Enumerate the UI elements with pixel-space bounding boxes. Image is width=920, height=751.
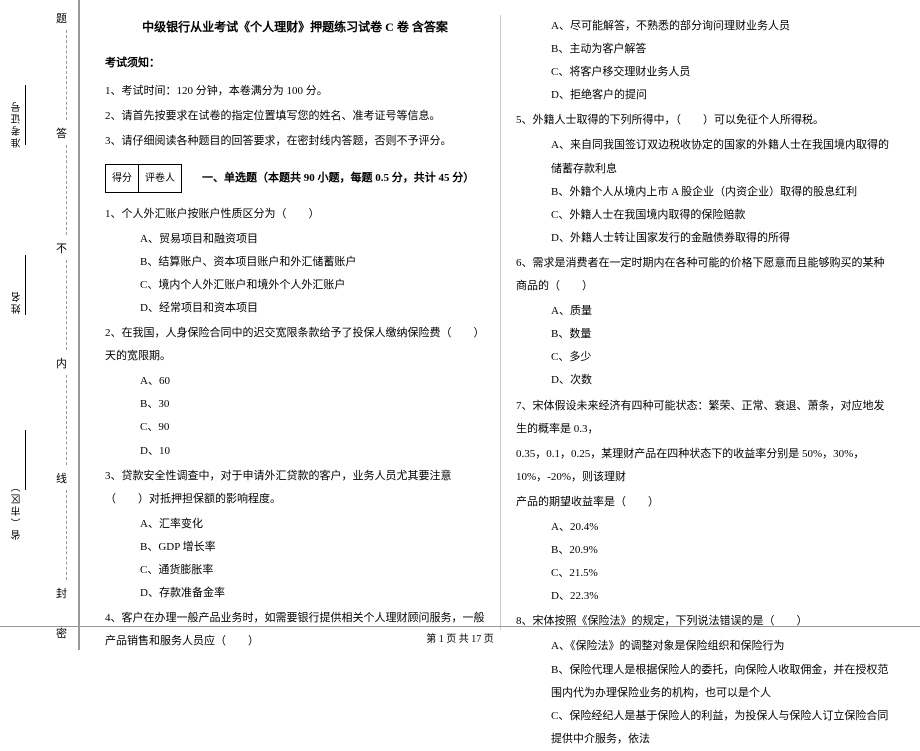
- q1-a: A、贸易项目和融资项目: [140, 228, 485, 251]
- q2-c: C、90: [140, 416, 485, 439]
- vlabel-name: 姓名: [10, 290, 25, 314]
- binding-margin: 准考证号 姓名 省（市区） 题 答 不 内 线 封 密: [0, 0, 80, 650]
- q3-a: A、汇率变化: [140, 513, 485, 536]
- q3-b: B、GDP 增长率: [140, 536, 485, 559]
- q1-c: C、境内个人外汇账户和境外个人外汇账户: [140, 274, 485, 297]
- dotted: [66, 375, 67, 465]
- q7-stem-l2: 0.35，0.1，0.25，某理财产品在四种状态下的收益率分别是 50%，30%…: [516, 443, 895, 489]
- dotted: [66, 30, 67, 120]
- score-h2: 评卷人: [139, 165, 181, 192]
- q5-d: D、外籍人士转让国家发行的金融债券取得的所得: [551, 227, 895, 250]
- q2-b: B、30: [140, 393, 485, 416]
- q5-stem: 5、外籍人士取得的下列所得中，（ ）可以免征个人所得税。: [516, 109, 895, 132]
- q3-c: C、通货膨胀率: [140, 559, 485, 582]
- section-1-head: 一、单选题（本题共 90 小题，每题 0.5 分，共计 45 分）: [202, 167, 474, 190]
- q4-c: C、将客户移交理财业务人员: [551, 61, 895, 84]
- seal-0: 题: [56, 10, 67, 26]
- dotted: [66, 490, 67, 580]
- q4-b: B、主动为客户解答: [551, 38, 895, 61]
- q7-b: B、20.9%: [551, 539, 895, 562]
- q2-stem: 2、在我国，人身保险合同中的迟交宽限条款给予了投保人缴纳保险费（ ）天的宽限期。: [105, 322, 485, 368]
- q6-stem: 6、需求是消费者在一定时期内在各种可能的价格下愿意而且能够购买的某种商品的（ ）: [516, 252, 895, 298]
- score-h1: 得分: [106, 165, 139, 192]
- left-column: 中级银行从业考试《个人理财》押题练习试卷 C 卷 含答案 考试须知： 1、考试时…: [90, 15, 500, 630]
- notice-head: 考试须知：: [105, 52, 485, 75]
- notice-1: 1、考试时间：120 分钟，本卷满分为 100 分。: [105, 80, 485, 103]
- q7-stem-l3: 产品的期望收益率是（ ）: [516, 491, 895, 514]
- dotted: [66, 260, 67, 350]
- doc-title: 中级银行从业考试《个人理财》押题练习试卷 C 卷 含答案: [105, 15, 485, 40]
- q1-b: B、结算账户、资本项目账户和外汇储蓄账户: [140, 251, 485, 274]
- q2-a: A、60: [140, 370, 485, 393]
- underline: [25, 255, 65, 315]
- score-row: 得分 评卷人 一、单选题（本题共 90 小题，每题 0.5 分，共计 45 分）: [105, 156, 485, 201]
- seal-4: 线: [56, 470, 67, 486]
- page-footer: 第 1 页 共 17 页: [0, 626, 920, 645]
- right-column: A、尽可能解答，不熟悉的部分询问理财业务人员 B、主动为客户解答 C、将客户移交…: [500, 15, 910, 630]
- score-box: 得分 评卷人: [105, 164, 182, 193]
- seal-1: 答: [56, 125, 67, 141]
- q6-d: D、次数: [551, 369, 895, 392]
- q7-d: D、22.3%: [551, 585, 895, 608]
- q1-stem: 1、个人外汇账户按账户性质区分为（ ）: [105, 203, 485, 226]
- q5-a: A、来自同我国签订双边税收协定的国家的外籍人士在我国境内取得的储蓄存款利息: [551, 134, 895, 180]
- q5-b: B、外籍个人从境内上市 A 股企业（内资企业）取得的股息红利: [551, 181, 895, 204]
- q4-a: A、尽可能解答，不熟悉的部分询问理财业务人员: [551, 15, 895, 38]
- seal-5: 封: [56, 585, 67, 601]
- q7-c: C、21.5%: [551, 562, 895, 585]
- seal-3: 内: [56, 355, 67, 371]
- notice-3: 3、请仔细阅读各种题目的回答要求，在密封线内答题，否则不予评分。: [105, 130, 485, 153]
- q1-d: D、经常项目和资本项目: [140, 297, 485, 320]
- q7-stem-l1: 7、宋体假设未来经济有四种可能状态：繁荣、正常、衰退、萧条，对应地发生的概率是 …: [516, 395, 895, 441]
- q4-d: D、拒绝客户的提问: [551, 84, 895, 107]
- q5-c: C、外籍人士在我国境内取得的保险赔款: [551, 204, 895, 227]
- q3-stem: 3、贷款安全性调查中，对于申请外汇贷款的客户，业务人员尤其要注意（ ）对抵押担保…: [105, 465, 485, 511]
- vlabel-province: 省（市区）: [10, 480, 25, 540]
- q3-d: D、存款准备金率: [140, 582, 485, 605]
- seal-2: 不: [56, 240, 67, 256]
- q6-a: A、质量: [551, 300, 895, 323]
- dotted: [66, 145, 67, 235]
- content-area: 中级银行从业考试《个人理财》押题练习试卷 C 卷 含答案 考试须知： 1、考试时…: [90, 15, 910, 630]
- q7-a: A、20.4%: [551, 516, 895, 539]
- q6-c: C、多少: [551, 346, 895, 369]
- q8-b: B、保险代理人是根据保险人的委托，向保险人收取佣金，并在授权范围内代为办理保险业…: [551, 659, 895, 705]
- q8-c: C、保险经纪人是基于保险人的利益，为投保人与保险人订立保险合同提供中介服务，依法: [551, 705, 895, 751]
- vlabel-exam-id: 准考证号: [10, 100, 25, 148]
- q6-b: B、数量: [551, 323, 895, 346]
- q2-d: D、10: [140, 440, 485, 463]
- notice-2: 2、请首先按要求在试卷的指定位置填写您的姓名、准考证号等信息。: [105, 105, 485, 128]
